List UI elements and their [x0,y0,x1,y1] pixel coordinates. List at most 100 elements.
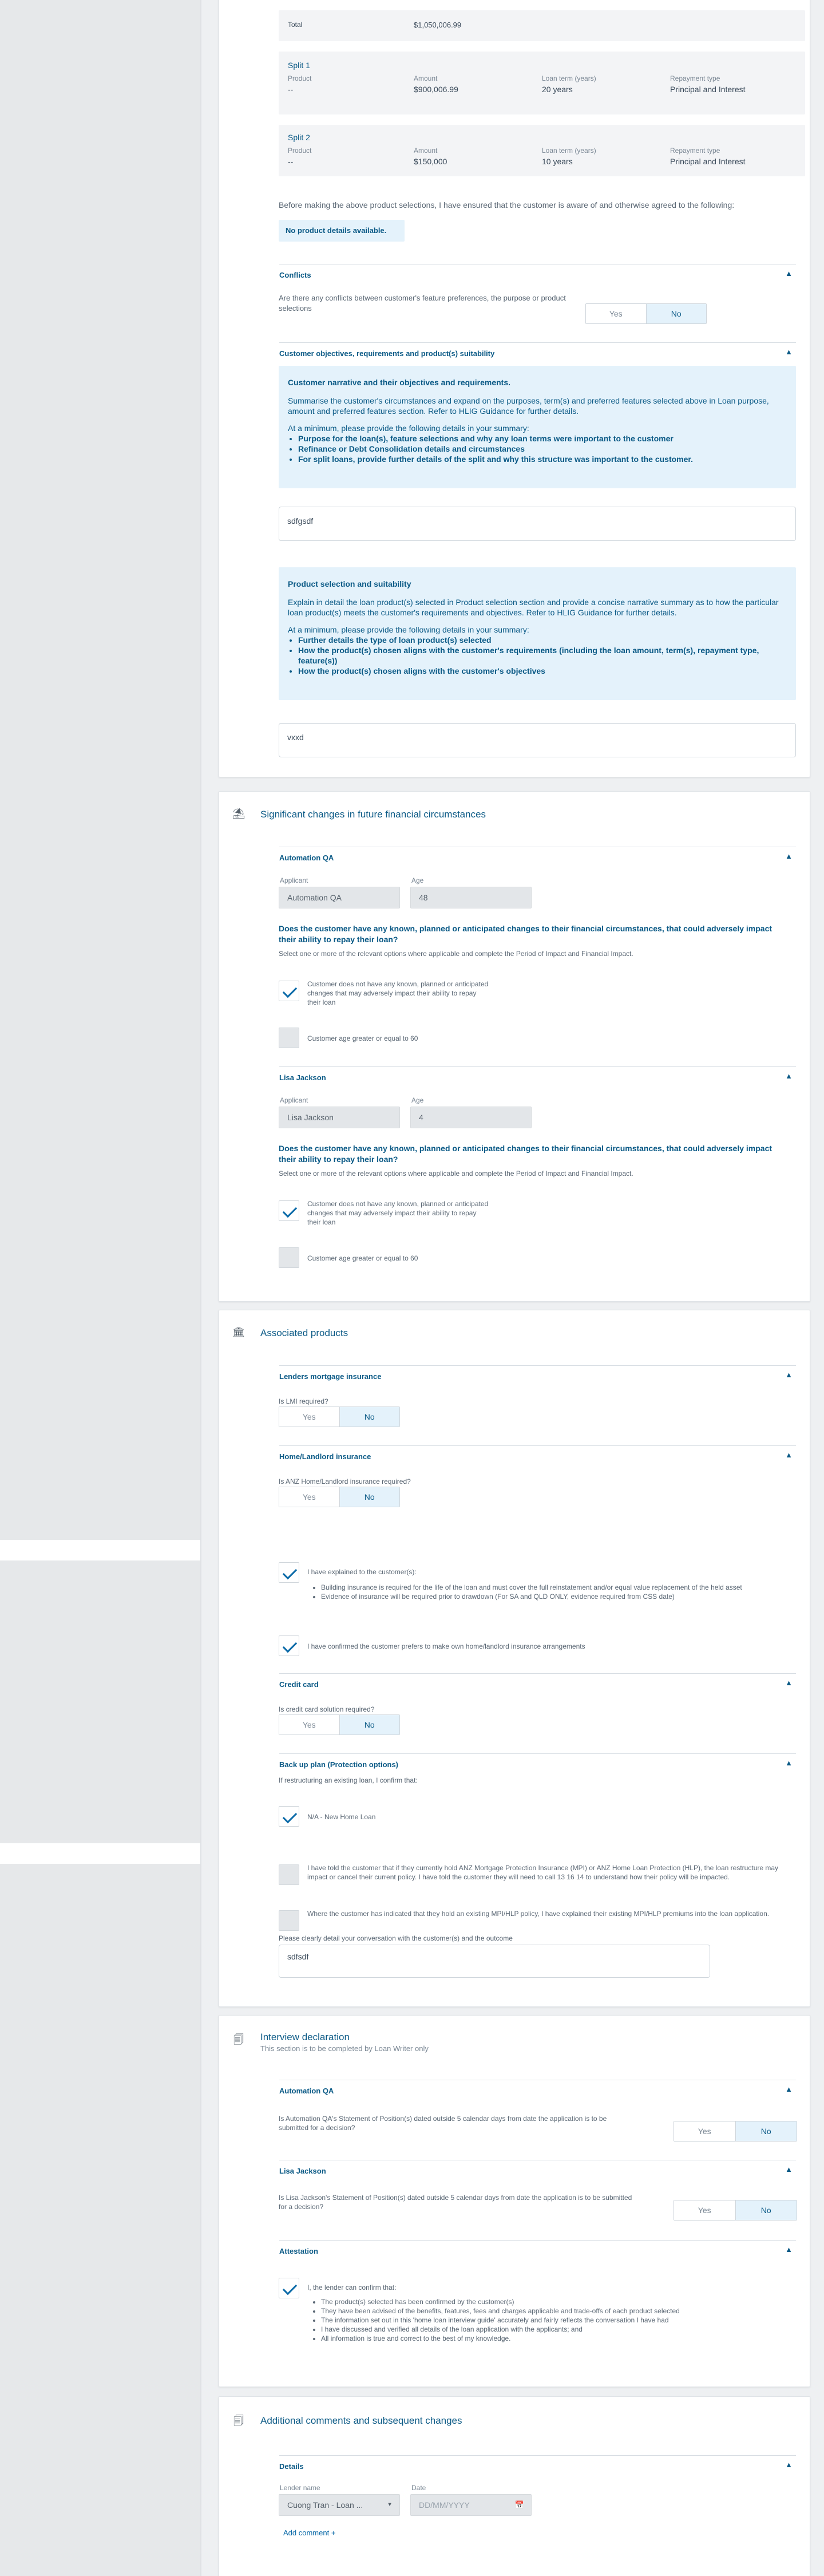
no-changes-label: Customer does not have any known, planne… [307,980,489,1006]
lmi-header[interactable]: Lenders mortgage insurance ▲ [279,1365,796,1382]
narrative-textarea[interactable]: sdfgsdf [279,507,796,541]
attestation-confirm: I, the lender can confirm that: [307,2283,397,2291]
applicant-header[interactable]: Automation QA ▲ [279,2080,796,2097]
credit-card-header[interactable]: Credit card ▲ [279,1673,796,1690]
chevron-up-icon[interactable]: ▲ [785,1370,793,1379]
conflicts-toggle[interactable]: Yes No [585,303,707,324]
chevron-up-icon[interactable]: ▲ [785,2085,793,2093]
guidance-title: Customer narrative and their objectives … [288,378,511,387]
white-band [0,1540,200,1560]
yes-option[interactable]: Yes [279,1487,339,1507]
no-option[interactable]: No [339,1407,399,1427]
lender-label: Lender name [280,2484,320,2492]
applicant-title: Automation QA [279,854,334,862]
lmi-toggle[interactable]: Yes No [279,1406,400,1427]
chevron-up-icon[interactable]: ▲ [785,269,793,278]
applicant-field: Lisa Jackson [279,1107,400,1128]
guidance-min: At a minimum, please provide the followi… [288,625,529,634]
statement-toggle[interactable]: Yes No [674,2200,797,2221]
chevron-up-icon[interactable]: ▲ [785,1678,793,1687]
told-checkbox[interactable] [279,1864,299,1885]
age-60-checkbox[interactable] [279,1028,299,1048]
chevron-up-icon[interactable]: ▲ [785,2460,793,2469]
repayment-value: Principal and Interest [670,85,746,94]
na-label: N/A - New Home Loan [307,1813,376,1821]
chevron-up-icon[interactable]: ▲ [785,2165,793,2174]
product-label: Product [288,74,312,82]
credit-card-question: Is credit card solution required? [279,1705,375,1713]
repayment-label: Repayment type [670,74,720,82]
applicant-header[interactable]: Lisa Jackson ▲ [279,1066,796,1084]
attestation-item: The product(s) selected has been confirm… [321,2297,780,2306]
backup-plan-header[interactable]: Back up plan (Protection options) ▲ [279,1753,796,1771]
no-changes-checkbox[interactable] [279,1200,299,1221]
loan-summary-card: Total $1,050,006.99 Split 1 Product Amou… [219,0,810,777]
applicant-header[interactable]: Lisa Jackson ▲ [279,2160,796,2177]
details-title: Details [279,2462,304,2471]
statement-toggle[interactable]: Yes No [674,2121,797,2142]
changes-instruction: Select one or more of the relevant optio… [279,950,633,958]
left-panel [0,0,200,2576]
explained-checkbox[interactable] [279,1562,299,1583]
yes-option[interactable]: Yes [674,2121,735,2141]
term-value: 10 years [542,157,573,166]
backup-plan-title: Back up plan (Protection options) [279,1760,399,1769]
home-insurance-title: Home/Landlord insurance [279,1452,371,1461]
home-insurance-toggle[interactable]: Yes No [279,1487,400,1507]
na-checkbox[interactable] [279,1806,299,1827]
section-title: Additional comments and subsequent chang… [260,2415,462,2426]
chevron-up-icon[interactable]: ▲ [785,1759,793,1767]
applicant-title: Lisa Jackson [279,2167,326,2175]
no-option[interactable]: No [735,2121,797,2141]
confirmed-checkbox[interactable] [279,1635,299,1656]
explained-item: Evidence of insurance will be required p… [321,1592,791,1601]
chevron-up-icon[interactable]: ▲ [785,347,793,356]
detail-textarea[interactable]: sdfsdf [279,1945,710,1978]
bank-icon: 🏛 [232,1326,245,1338]
credit-card-toggle[interactable]: Yes No [279,1714,400,1735]
suitability-textarea[interactable]: vxxd [279,723,796,757]
chevron-down-icon: ▼ [387,2502,393,2508]
attestation-checkbox[interactable] [279,2278,299,2298]
add-comment-link[interactable]: Add comment + [283,2528,335,2537]
explained-list: Building insurance is required for the l… [311,1583,791,1601]
yes-option[interactable]: Yes [279,1715,339,1735]
chevron-up-icon[interactable]: ▲ [785,1072,793,1080]
date-placeholder: DD/MM/YYYY [419,2500,470,2510]
yes-option[interactable]: Yes [279,1407,339,1427]
objectives-header[interactable]: Customer objectives, requirements and pr… [279,342,796,359]
where-checkbox[interactable] [279,1910,299,1931]
credit-card-title: Credit card [279,1680,319,1689]
chevron-up-icon[interactable]: ▲ [785,852,793,860]
repayment-value: Principal and Interest [670,157,746,166]
changes-instruction: Select one or more of the relevant optio… [279,1170,633,1178]
attestation-item: All information is true and correct to t… [321,2334,780,2343]
lender-select[interactable]: Cuong Tran - Loan ... ▼ [279,2494,400,2516]
chevron-up-icon[interactable]: ▲ [785,1451,793,1459]
no-option[interactable]: No [339,1487,399,1507]
age-60-checkbox[interactable] [279,1247,299,1268]
details-header[interactable]: Details ▲ [279,2455,796,2472]
chevron-up-icon[interactable]: ▲ [785,2245,793,2254]
no-option[interactable]: No [645,304,706,323]
explained-item: Building insurance is required for the l… [321,1583,791,1592]
section-subtitle: This section is to be completed by Loan … [260,2044,429,2053]
attestation-item: They have been advised of the benefits, … [321,2306,780,2316]
applicant-label: Applicant [280,1096,308,1104]
yes-option[interactable]: Yes [586,304,646,323]
conflicts-header[interactable]: Conflicts ▲ [279,264,796,281]
attestation-header[interactable]: Attestation ▲ [279,2240,796,2257]
yes-option[interactable]: Yes [674,2200,735,2220]
calendar-icon[interactable]: 📅 [515,2495,524,2515]
applicant-header[interactable]: Automation QA ▲ [279,847,796,864]
beach-umbrella-icon: ⛱ [232,808,245,819]
explained-label: I have explained to the customer(s): [307,1568,417,1576]
home-insurance-header[interactable]: Home/Landlord insurance ▲ [279,1445,796,1463]
section-title: Interview declaration [260,2032,350,2042]
no-option[interactable]: No [339,1715,399,1735]
applicant-title: Lisa Jackson [279,1073,326,1082]
date-input[interactable]: DD/MM/YYYY 📅 [410,2494,532,2516]
no-changes-checkbox[interactable] [279,981,299,1001]
no-option[interactable]: No [735,2200,797,2220]
objectives-title: Customer objectives, requirements and pr… [279,349,495,358]
